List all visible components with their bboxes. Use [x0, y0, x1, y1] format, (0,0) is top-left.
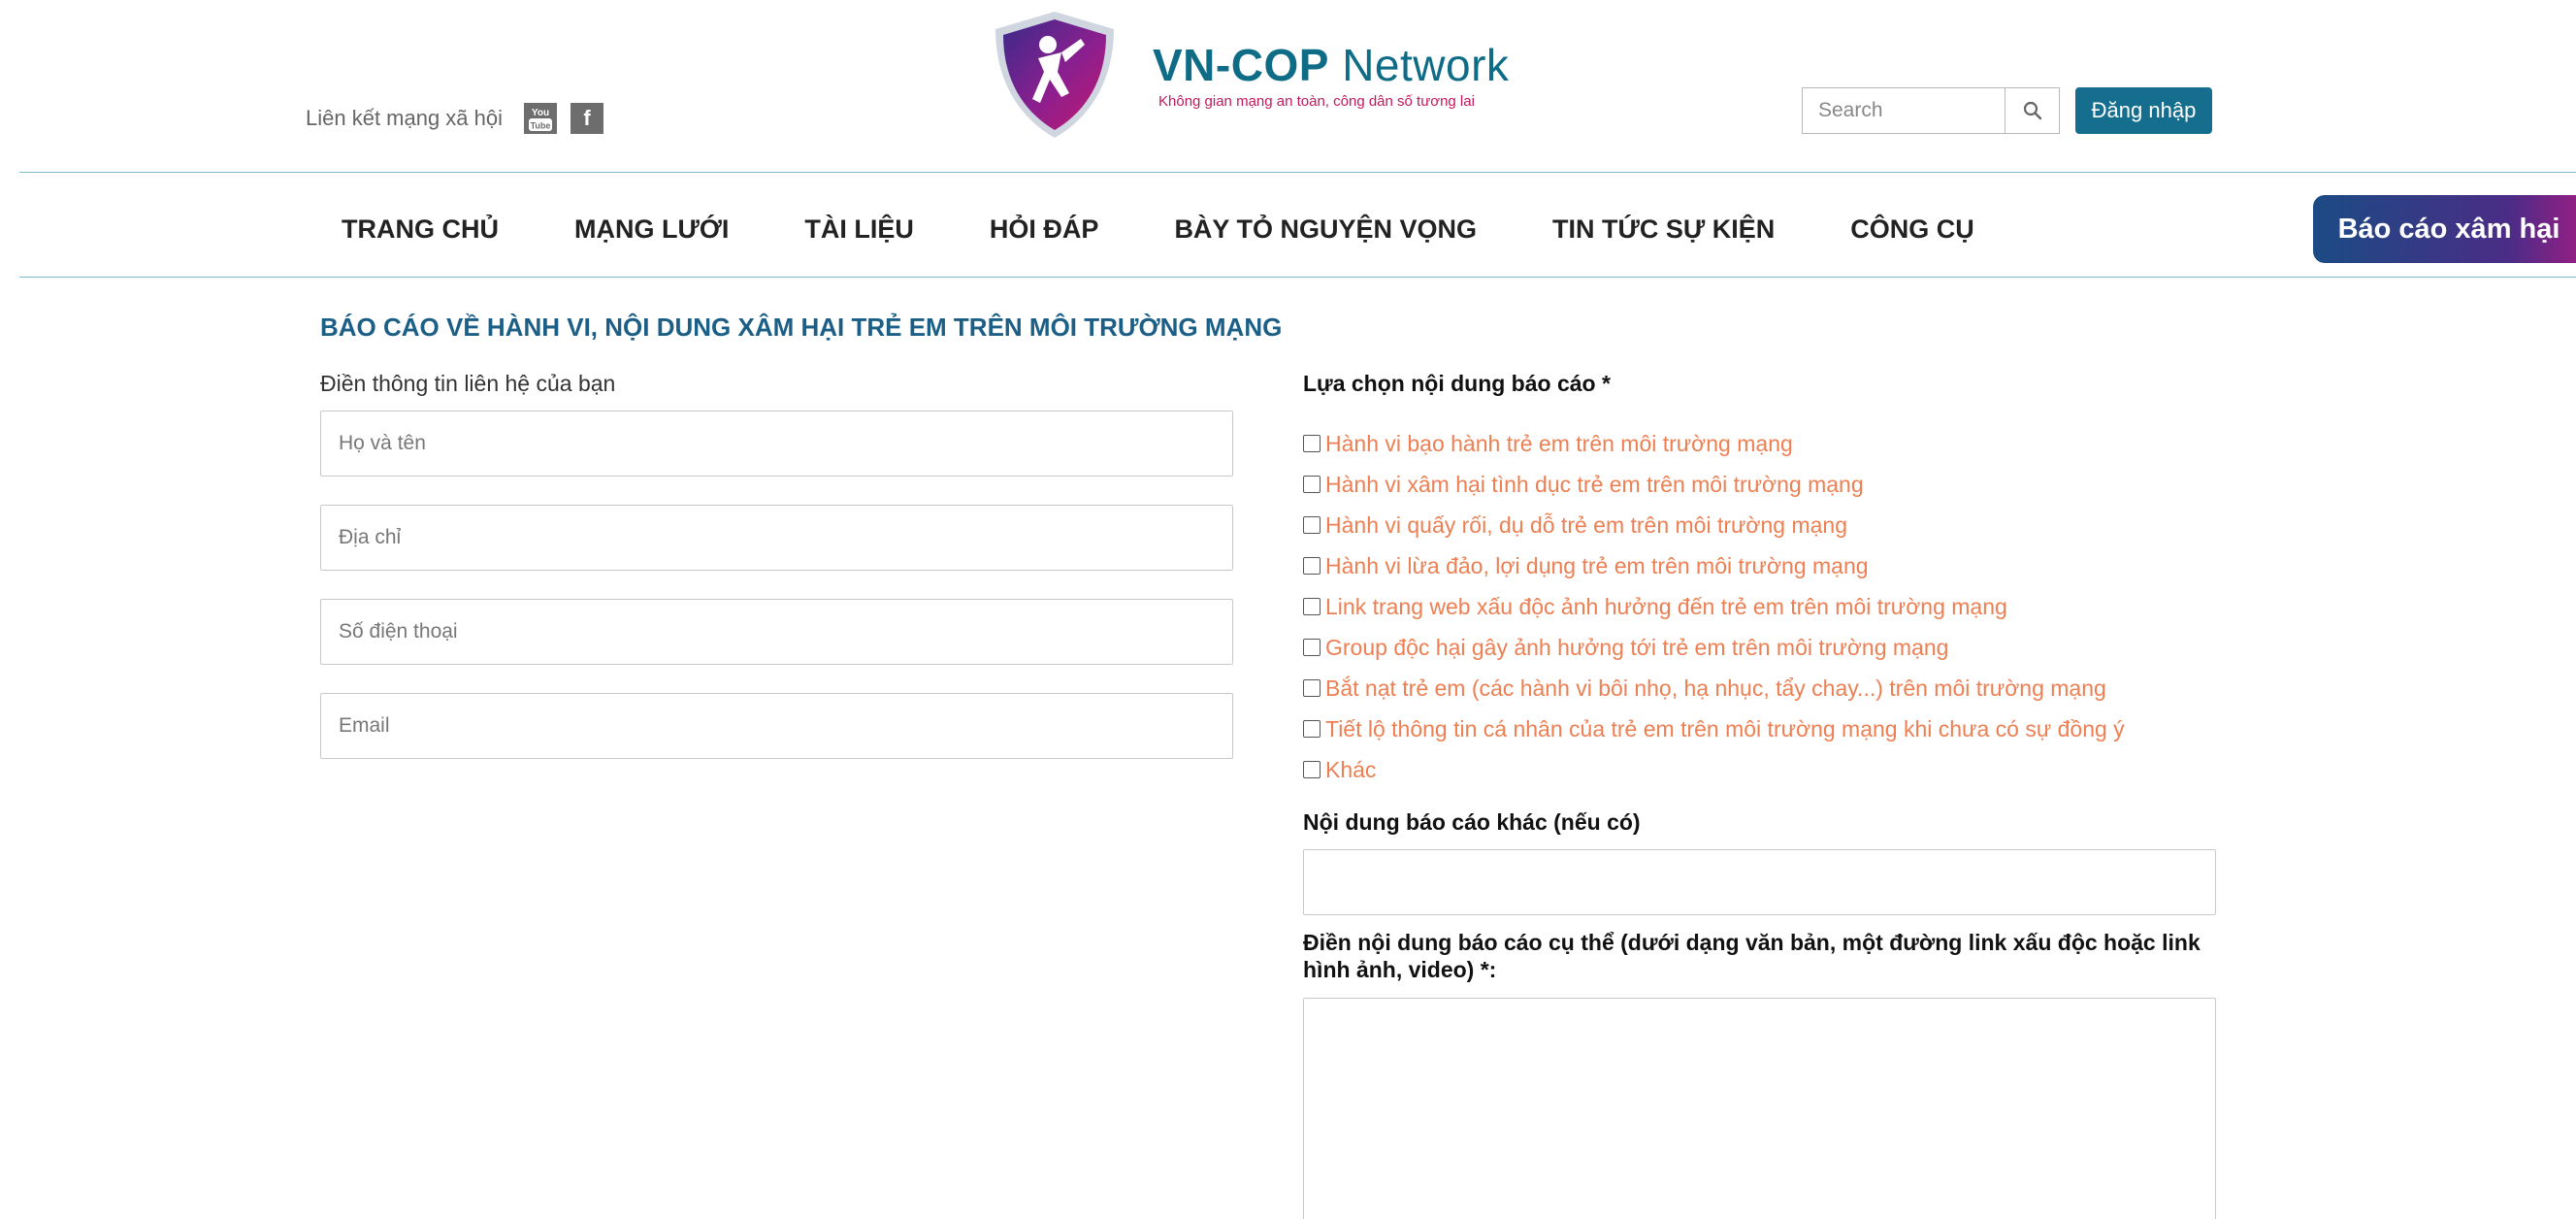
report-option[interactable]: Hành vi xâm hại tình dục trẻ em trên môi…: [1303, 464, 2125, 505]
email-field[interactable]: [320, 693, 1233, 759]
nav-item-faq[interactable]: HỎI ĐÁP: [990, 204, 1099, 254]
option-label: Link trang web xấu độc ảnh hưởng đến trẻ…: [1325, 593, 2007, 619]
facebook-glyph: f: [583, 106, 591, 130]
option-label: Khác: [1325, 756, 1377, 782]
nav-item-documents[interactable]: TÀI LIỆU: [804, 204, 914, 254]
page-title: BÁO CÁO VỀ HÀNH VI, NỘI DUNG XÂM HẠI TRẺ…: [320, 313, 1283, 342]
address-field[interactable]: [320, 505, 1233, 571]
report-option[interactable]: Khác: [1303, 749, 2125, 790]
detail-content-textarea[interactable]: [1303, 998, 2216, 1219]
nav-item-home[interactable]: TRANG CHỦ: [342, 204, 499, 254]
nav-top-divider: [19, 172, 2576, 173]
option-checkbox[interactable]: [1303, 720, 1321, 738]
option-checkbox[interactable]: [1303, 557, 1321, 575]
nav-item-network[interactable]: MẠNG LƯỚI: [574, 204, 729, 254]
report-option[interactable]: Bắt nạt trẻ em (các hành vi bôi nhọ, hạ …: [1303, 668, 2125, 708]
phone-field[interactable]: [320, 599, 1233, 665]
nav-item-tools[interactable]: CÔNG CỤ: [1850, 204, 1974, 254]
search-button[interactable]: [2005, 88, 2059, 133]
report-type-options: Hành vi bạo hành trẻ em trên môi trường …: [1303, 423, 2125, 790]
option-checkbox[interactable]: [1303, 598, 1321, 615]
youtube-glyph: You Tube: [529, 108, 553, 131]
search-icon: [2023, 101, 2041, 120]
search-box: [1802, 87, 2060, 134]
report-abuse-button[interactable]: Báo cáo xâm hại: [2313, 195, 2576, 263]
full-name-field[interactable]: [320, 411, 1233, 477]
nav-item-wishes[interactable]: BÀY TỎ NGUYỆN VỌNG: [1174, 204, 1477, 254]
site-logo[interactable]: VN-COP Network Không gian mạng an toàn, …: [988, 8, 1509, 142]
contact-info-label: Điền thông tin liên hệ của bạn: [320, 371, 616, 396]
social-links: Liên kết mạng xã hội You Tube f: [306, 103, 617, 134]
report-option[interactable]: Hành vi bạo hành trẻ em trên môi trường …: [1303, 423, 2125, 464]
other-content-label: Nội dung báo cáo khác (nếu có): [1303, 809, 1641, 835]
option-label: Bắt nạt trẻ em (các hành vi bôi nhọ, hạ …: [1325, 675, 2106, 701]
option-label: Hành vi quấy rối, dụ dỗ trẻ em trên môi …: [1325, 511, 1848, 538]
option-checkbox[interactable]: [1303, 516, 1321, 534]
option-checkbox[interactable]: [1303, 435, 1321, 452]
report-option[interactable]: Hành vi quấy rối, dụ dỗ trẻ em trên môi …: [1303, 505, 2125, 545]
report-type-label: Lựa chọn nội dung báo cáo *: [1303, 371, 1611, 396]
logo-text: VN-COP Network Không gian mạng an toàn, …: [1153, 43, 1509, 110]
nav-item-news[interactable]: TIN TỨC SỰ KIỆN: [1552, 204, 1775, 254]
svg-text:You: You: [532, 108, 549, 118]
other-content-input[interactable]: [1303, 849, 2216, 915]
youtube-icon[interactable]: You Tube: [524, 103, 558, 134]
option-label: Tiết lộ thông tin cá nhân của trẻ em trê…: [1325, 715, 2125, 741]
report-option[interactable]: Hành vi lừa đảo, lợi dụng trẻ em trên mô…: [1303, 545, 2125, 586]
report-option[interactable]: Tiết lộ thông tin cá nhân của trẻ em trê…: [1303, 708, 2125, 749]
svg-text:Tube: Tube: [531, 121, 551, 131]
report-option[interactable]: Link trang web xấu độc ảnh hưởng đến trẻ…: [1303, 586, 2125, 627]
option-checkbox[interactable]: [1303, 761, 1321, 778]
option-label: Hành vi lừa đảo, lợi dụng trẻ em trên mô…: [1325, 552, 1869, 578]
search-input[interactable]: [1803, 88, 2005, 133]
option-checkbox[interactable]: [1303, 679, 1321, 697]
option-checkbox[interactable]: [1303, 639, 1321, 656]
detail-content-label: Điền nội dung báo cáo cụ thể (dưới dạng …: [1303, 930, 2201, 982]
logo-subtitle: Không gian mạng an toàn, công dân số tươ…: [1158, 93, 1475, 110]
option-label: Hành vi xâm hại tình dục trẻ em trên môi…: [1325, 471, 1864, 497]
logo-title: VN-COP Network: [1153, 40, 1510, 90]
option-checkbox[interactable]: [1303, 476, 1321, 493]
shield-logo-icon: [995, 12, 1114, 138]
main-nav: TRANG CHỦ MẠNG LƯỚI TÀI LIỆU HỎI ĐÁP BÀY…: [342, 204, 1974, 254]
option-label: Group độc hại gây ảnh hưởng tới trẻ em t…: [1325, 634, 1949, 660]
nav-bottom-divider: [19, 277, 2576, 278]
login-button[interactable]: Đăng nhập: [2075, 87, 2212, 134]
facebook-icon[interactable]: f: [571, 103, 604, 134]
report-option[interactable]: Group độc hại gây ảnh hưởng tới trẻ em t…: [1303, 627, 2125, 668]
option-label: Hành vi bạo hành trẻ em trên môi trường …: [1325, 430, 1793, 456]
social-links-label: Liên kết mạng xã hội: [306, 106, 504, 130]
